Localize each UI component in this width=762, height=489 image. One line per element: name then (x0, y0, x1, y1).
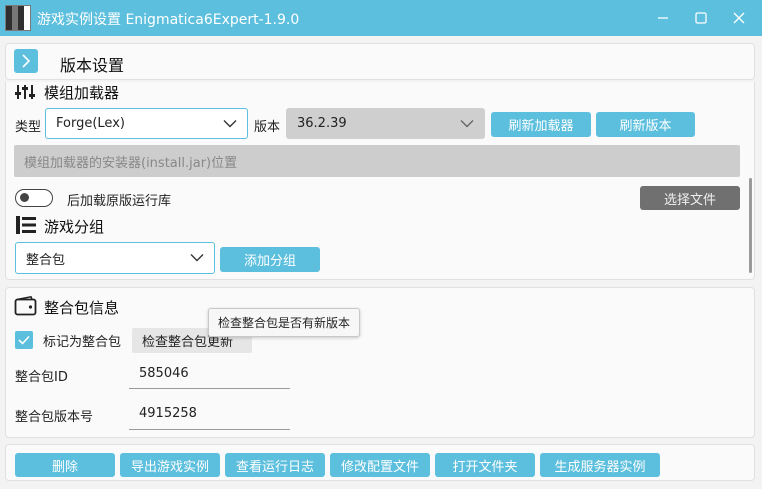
version-label: 版本 (254, 120, 281, 135)
chevron-down-icon (223, 116, 237, 131)
minimize-icon[interactable] (645, 0, 681, 36)
loader-type-value: Forge(Lex) (56, 116, 125, 131)
chevron-right-icon[interactable] (14, 49, 38, 73)
maximize-icon[interactable] (683, 0, 719, 36)
chevron-down-icon (190, 251, 204, 266)
modpack-id-label: 整合包ID (15, 370, 68, 385)
loader-heading: 模组加载器 (44, 84, 120, 102)
add-group-button[interactable]: 添加分组 (220, 247, 320, 272)
title-bar: 游戏实例设置 Enigmatica6Expert-1.9.0 (0, 0, 762, 36)
create-server-button[interactable]: 生成服务器实例 (540, 453, 660, 477)
sliders-icon (15, 83, 37, 105)
window-title: 游戏实例设置 Enigmatica6Expert-1.9.0 (37, 12, 300, 28)
scrollbar[interactable] (749, 178, 752, 273)
modpack-id-input[interactable]: 585046 (129, 358, 290, 389)
installer-path-input[interactable]: 模组加载器的安装器(install.jar)位置 (14, 145, 740, 177)
type-label: 类型 (15, 120, 42, 135)
mark-modpack-label: 标记为整合包 (43, 335, 122, 350)
loader-version-select[interactable]: 36.2.39 (286, 108, 485, 139)
edit-config-button[interactable]: 修改配置文件 (330, 453, 430, 477)
modpack-heading: 整合包信息 (44, 299, 120, 317)
modpack-version-label: 整合包版本号 (15, 410, 94, 425)
header-panel: 版本设置 (5, 43, 755, 80)
check-update-tooltip: 检查整合包是否有新版本 (208, 308, 360, 337)
group-select[interactable]: 整合包 (15, 242, 215, 274)
open-folder-button[interactable]: 打开文件夹 (435, 453, 535, 477)
group-value: 整合包 (26, 252, 66, 268)
choose-file-button[interactable]: 选择文件 (640, 186, 740, 210)
loader-type-select[interactable]: Forge(Lex) (45, 108, 248, 139)
mark-modpack-checkbox[interactable] (15, 331, 33, 349)
late-load-toggle[interactable] (15, 189, 53, 207)
delete-button[interactable]: 删除 (15, 453, 115, 477)
wallet-icon (14, 295, 38, 320)
late-load-label: 后加载原版运行库 (67, 194, 172, 209)
refresh-loader-button[interactable]: 刷新加载器 (491, 112, 591, 137)
group-heading: 游戏分组 (44, 218, 105, 236)
loader-panel: 模组加载器 类型 Forge(Lex) 版本 36.2.39 刷新加载器 刷新版… (5, 82, 755, 280)
modpack-version-input[interactable]: 4915258 (129, 398, 290, 430)
loader-version-value: 36.2.39 (297, 116, 347, 131)
app-icon (5, 5, 31, 31)
chevron-down-icon (460, 116, 474, 131)
refresh-version-button[interactable]: 刷新版本 (596, 112, 695, 137)
modpack-panel: 整合包信息 标记为整合包 检查整合包更新 整合包ID 585046 整合包版本号… (5, 287, 755, 438)
page-title: 版本设置 (60, 56, 125, 75)
view-logs-button[interactable]: 查看运行日志 (225, 453, 325, 477)
export-instance-button[interactable]: 导出游戏实例 (120, 453, 220, 477)
list-icon (15, 215, 37, 239)
footer-panel: 删除 导出游戏实例 查看运行日志 修改配置文件 打开文件夹 生成服务器实例 (5, 444, 755, 481)
close-icon[interactable] (721, 0, 757, 36)
